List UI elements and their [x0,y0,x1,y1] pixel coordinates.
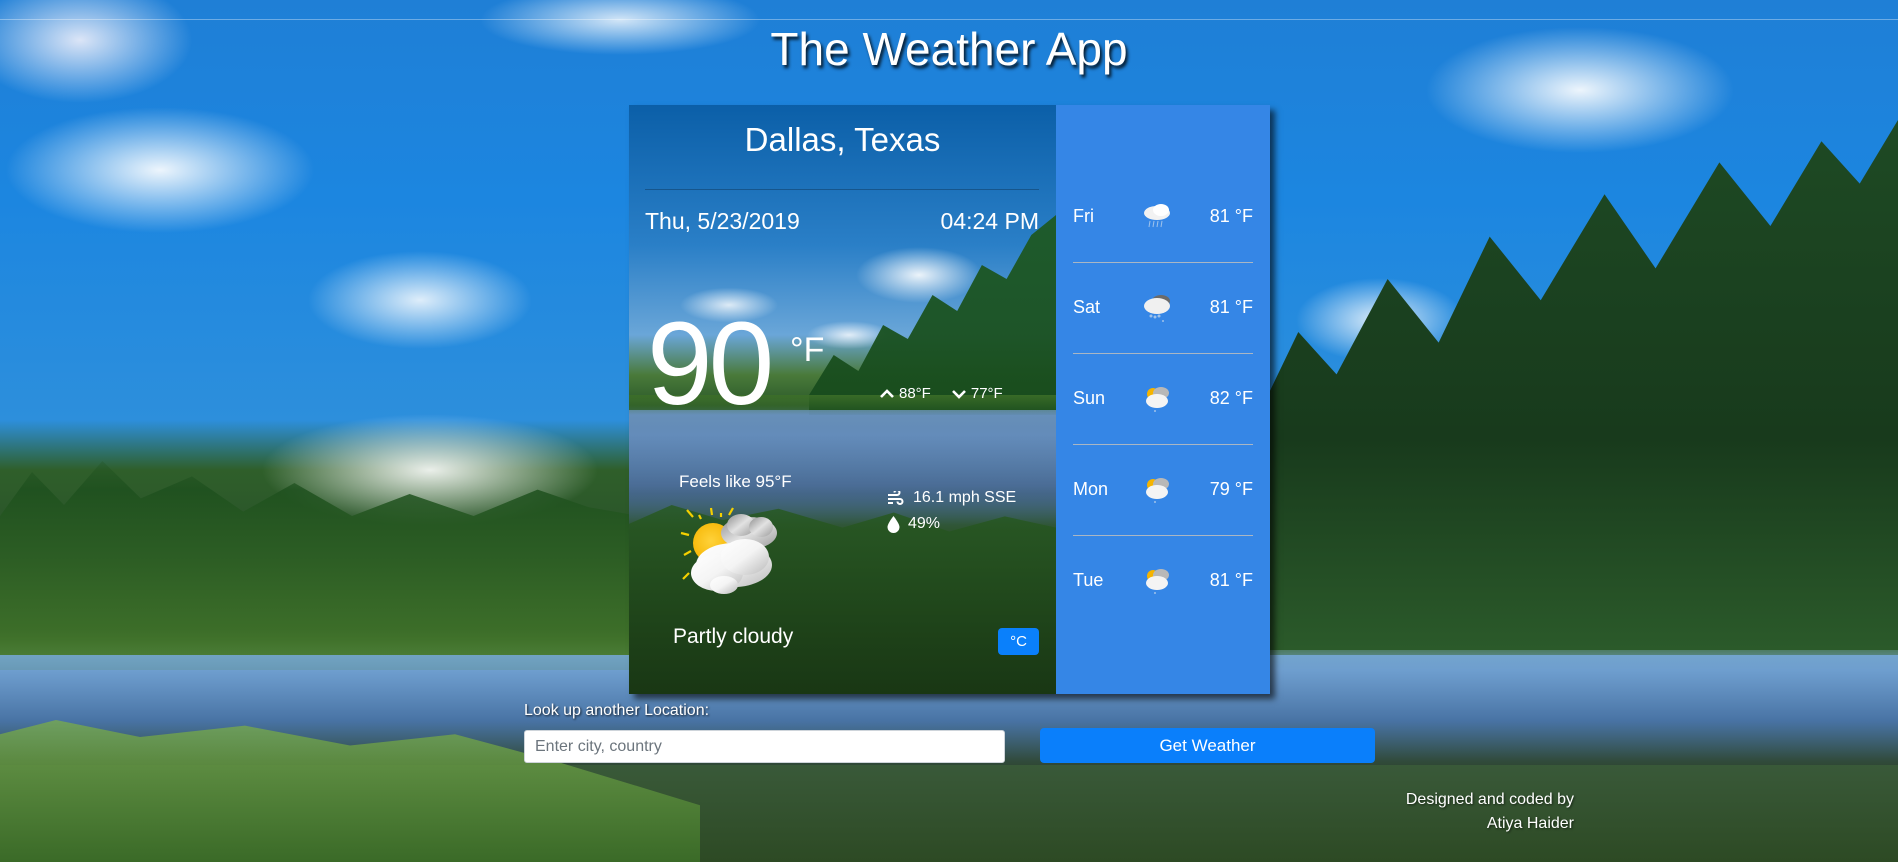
humidity-value: 49% [908,515,941,532]
app-title: The Weather App [770,23,1128,75]
water-drop-icon [887,515,900,533]
low-temperature: 77°F [970,385,1003,402]
forecast-day: Sun [1073,388,1106,408]
forecast-day: Sat [1073,297,1101,317]
forecast-row: Mon 79 °F [1073,444,1253,535]
forecast-panel: Fri 81 °F Sat 81 °F Sun 82 °F Mon 79 °F … [1056,105,1270,694]
forecast-day: Fri [1073,206,1094,226]
humidity-info: 49% [887,515,940,533]
partly-cloudy-rain-icon [1146,568,1169,594]
lookup-label: Look up another Location: [524,702,710,719]
current-time: 04:24 PM [940,208,1039,234]
credit-author: Atiya Haider [1486,815,1574,832]
chevron-up-icon [880,388,894,398]
partly-cloudy-rain-icon [1146,477,1169,503]
forecast-row: Tue 81 °F [1073,535,1253,626]
partly-cloudy-icon [680,507,777,594]
credit-line-1: Designed and coded by [1405,791,1574,808]
weather-card: Dallas, Texas Thu, 5/23/2019 04:24 PM 90… [629,105,1270,694]
background-forest-left [0,461,640,670]
current-date: Thu, 5/23/2019 [645,208,800,234]
wind-icon [888,491,904,505]
feels-like: Feels like 95°F [679,472,792,491]
footer-credit: Designed and coded by Atiya Haider [1406,788,1574,836]
city-search-input[interactable] [524,730,1005,763]
background-forest-right [1260,120,1898,650]
title-band [0,19,1898,20]
partly-cloudy-rain-icon [1146,386,1169,412]
forecast-temp: 81 °F [1209,206,1253,226]
rain-cloud-icon [1144,203,1170,227]
wind-speed: 16.1 mph SSE [913,489,1017,506]
thunder-rain-icon [1144,294,1170,322]
header-divider [645,189,1039,190]
chevron-down-icon [951,389,966,399]
forecast-row: Sat 81 °F [1073,262,1253,353]
condition-text: Partly cloudy [673,625,794,648]
forecast-temp: 81 °F [1209,570,1253,590]
forecast-temp: 81 °F [1209,297,1253,317]
forecast-row: Fri 81 °F [1073,171,1253,262]
high-low: 88°F 77°F [879,385,1003,402]
unit-toggle-button[interactable]: °C [998,628,1039,655]
high-temperature: 88°F [899,385,931,402]
forecast-day: Tue [1073,570,1104,590]
forecast-day: Mon [1073,479,1109,499]
forecast-row: Sun 82 °F [1073,353,1253,444]
current-weather-panel: Dallas, Texas Thu, 5/23/2019 04:24 PM 90… [629,105,1056,694]
forecast-temp: 82 °F [1209,388,1253,408]
wind-info: 16.1 mph SSE [887,489,1016,507]
get-weather-button[interactable]: Get Weather [1040,728,1375,763]
forecast-temp: 79 °F [1209,479,1253,499]
location-name: Dallas, Texas [744,121,941,158]
current-temperature: 90 [647,298,774,430]
temperature-unit: °F [790,331,825,369]
